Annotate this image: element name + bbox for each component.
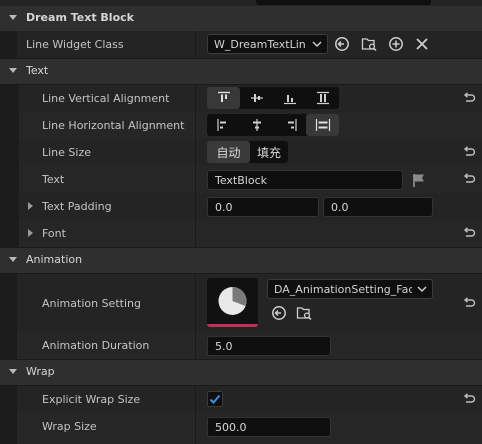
prop-animation-setting: Animation Setting DA_AnimationSetting_Fa…: [0, 274, 482, 332]
explicit-wrap-size-checkbox[interactable]: [207, 391, 223, 407]
vertical-alignment-selector: [207, 87, 339, 109]
prop-text-padding: Text Padding 0.0 0.0: [0, 193, 482, 220]
prop-text: Text TextBlock: [0, 166, 482, 193]
prop-label: Line Widget Class: [26, 38, 124, 51]
line-size-selector: 自动 填充: [207, 141, 288, 163]
clear-icon[interactable]: [414, 36, 430, 52]
browse-icon[interactable]: [361, 36, 377, 52]
horizontal-alignment-selector: [207, 114, 339, 136]
collapse-arrow-icon[interactable]: [9, 15, 17, 20]
wrap-size-input[interactable]: 500.0: [207, 417, 331, 437]
text-input[interactable]: TextBlock: [207, 170, 403, 190]
category-text[interactable]: Text: [0, 59, 482, 84]
prop-label: Animation Setting: [42, 296, 141, 310]
collapse-arrow-icon[interactable]: [9, 257, 17, 262]
category-animation[interactable]: Animation: [0, 248, 482, 273]
use-selected-icon[interactable]: [334, 36, 350, 52]
reset-icon[interactable]: [462, 145, 476, 159]
animation-duration-input[interactable]: 5.0: [207, 336, 331, 356]
expand-arrow-icon[interactable]: [28, 229, 33, 237]
asset-type-color-bar: [207, 324, 258, 327]
category-wrap[interactable]: Wrap: [0, 360, 482, 385]
prop-line-widget-class: Line Widget Class W_DreamTextLine: [0, 31, 482, 58]
prop-animation-duration: Animation Duration 5.0: [0, 332, 482, 359]
prop-label: Line Vertical Alignment: [42, 92, 170, 105]
checkmark-icon: [209, 394, 221, 404]
prop-explicit-wrap-size: Explicit Wrap Size: [0, 386, 482, 413]
align-top-icon[interactable]: [207, 87, 240, 109]
reset-icon[interactable]: [462, 172, 476, 186]
animation-setting-combo[interactable]: DA_AnimationSetting_Fade: [267, 279, 433, 299]
align-center-vertical-icon[interactable]: [240, 87, 273, 109]
align-fill-horizontal-icon[interactable]: [306, 114, 339, 136]
prop-label: Text: [42, 173, 65, 186]
expand-arrow-icon[interactable]: [28, 202, 33, 210]
collapse-arrow-icon[interactable]: [9, 68, 17, 73]
reset-icon[interactable]: [462, 392, 476, 406]
prop-line-size: Line Size 自动 填充: [0, 139, 482, 166]
line-widget-class-combo[interactable]: W_DreamTextLine: [207, 34, 328, 54]
align-center-horizontal-icon[interactable]: [240, 114, 273, 136]
align-bottom-icon[interactable]: [273, 87, 306, 109]
prop-font: Font: [0, 220, 482, 247]
browse-icon[interactable]: [296, 305, 312, 321]
align-right-icon[interactable]: [273, 114, 306, 136]
prop-label: Line Size: [42, 146, 92, 159]
flag-icon[interactable]: [411, 172, 427, 188]
size-auto-option[interactable]: 自动: [207, 141, 250, 163]
size-fill-option[interactable]: 填充: [250, 141, 288, 163]
pie-thumbnail-icon: [218, 287, 247, 315]
prop-line-vertical-alignment: Line Vertical Alignment: [0, 85, 482, 112]
chevron-down-icon: [312, 41, 322, 48]
reset-icon[interactable]: [462, 296, 476, 310]
combo-value: W_DreamTextLine: [214, 37, 306, 51]
prop-label: Wrap Size: [42, 420, 97, 433]
align-left-icon[interactable]: [207, 114, 240, 136]
prop-label: Animation Duration: [42, 339, 150, 352]
category-title: Animation: [26, 253, 83, 266]
add-icon[interactable]: [388, 36, 404, 52]
category-title: Wrap: [26, 365, 55, 378]
use-selected-icon[interactable]: [271, 305, 287, 321]
prop-label: Line Horizontal Alignment: [42, 119, 185, 132]
chevron-down-icon: [417, 286, 427, 293]
collapse-arrow-icon[interactable]: [9, 369, 17, 374]
padding-x-input[interactable]: 0.0: [207, 197, 319, 217]
reset-icon[interactable]: [462, 91, 476, 105]
prop-label: Font: [42, 227, 66, 240]
padding-y-input[interactable]: 0.0: [323, 197, 433, 217]
prop-line-horizontal-alignment: Line Horizontal Alignment: [0, 112, 482, 139]
prop-wrap-size: Wrap Size 500.0: [0, 413, 482, 444]
align-fill-vertical-icon[interactable]: [306, 87, 339, 109]
category-title: Dream Text Block: [26, 11, 134, 24]
reset-icon[interactable]: [462, 226, 476, 240]
asset-thumbnail[interactable]: [207, 278, 258, 327]
prop-label: Text Padding: [42, 200, 112, 213]
category-title: Text: [26, 64, 49, 77]
category-dream-text-block[interactable]: Dream Text Block: [0, 6, 482, 31]
combo-value: DA_AnimationSetting_Fade: [274, 282, 412, 296]
prop-label: Explicit Wrap Size: [42, 393, 141, 406]
